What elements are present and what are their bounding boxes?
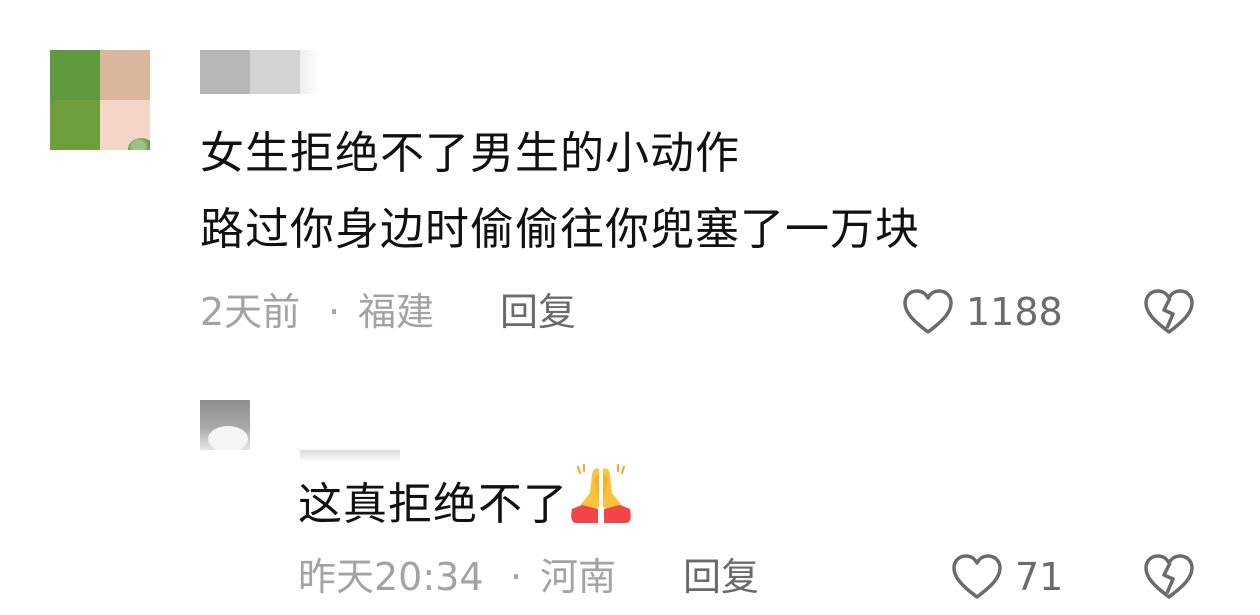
reply-text-content: 这真拒绝不了 [298,479,568,530]
folded-hands-emoji [571,464,631,523]
reply-text: 这真拒绝不了 [298,463,634,535]
comment-text-line: 路过你身边时偷偷往你兜塞了一万块 [200,204,920,255]
reply-time: 昨天20:34 [298,555,484,599]
comment-text-line: 女生拒绝不了男生的小动作 [200,128,740,179]
commenter-avatar[interactable] [50,50,150,150]
like-count: 1188 [966,290,1063,334]
reply-location: 河南 [540,555,617,599]
reply-button[interactable]: 回复 [683,552,759,602]
heart-outline-icon[interactable] [951,553,1003,601]
like-count: 71 [1015,555,1064,599]
meta-separator: · [328,290,341,334]
comment-time: 2天前 [200,290,301,334]
broken-heart-icon[interactable] [1143,553,1195,601]
comment-location: 福建 [358,290,435,334]
broken-heart-icon[interactable] [1143,288,1195,336]
replier-avatar[interactable] [200,400,250,450]
commenter-name-blurred[interactable] [200,50,320,94]
reply-button[interactable]: 回复 [500,287,576,337]
meta-separator: · [510,555,523,599]
replier-name-blurred[interactable] [300,450,400,462]
heart-outline-icon[interactable] [902,288,954,336]
